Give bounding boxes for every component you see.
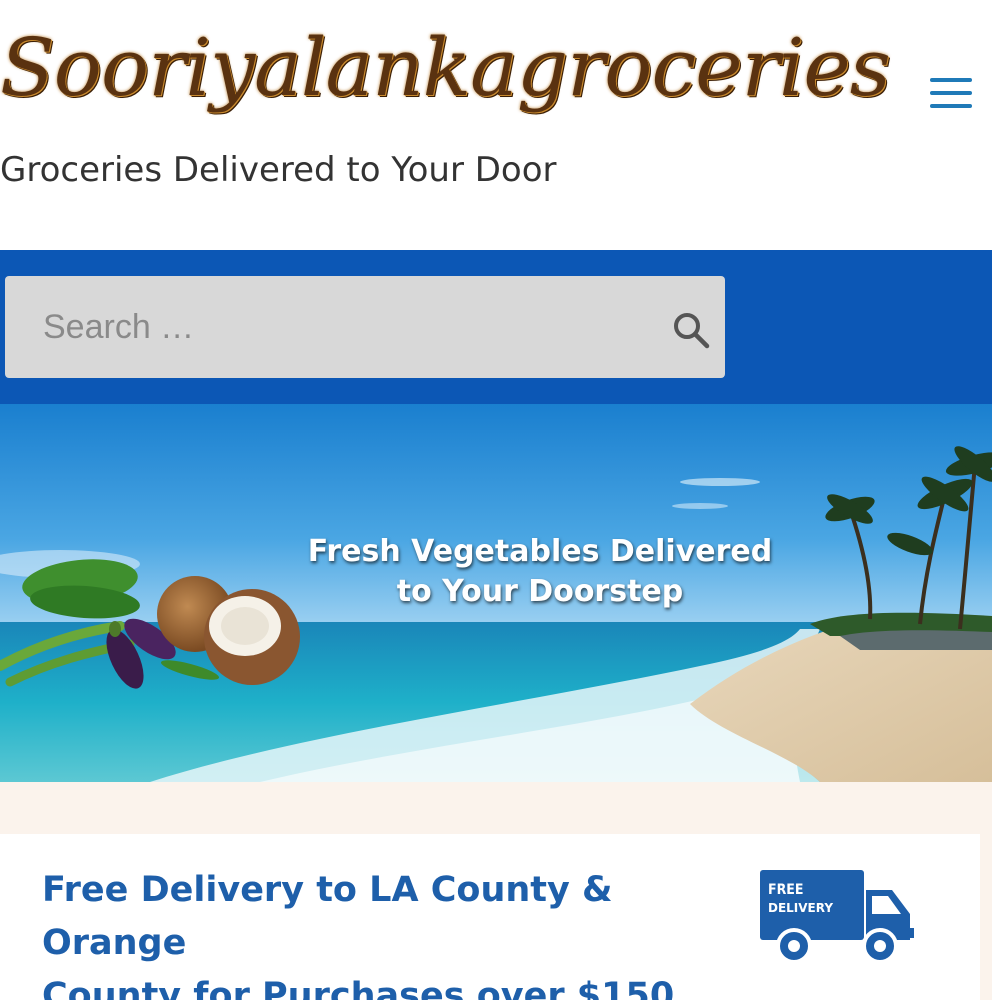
search-icon[interactable]	[669, 308, 713, 352]
hero-banner[interactable]: Fresh Vegetables Delivered to Your Doors…	[0, 404, 992, 782]
menu-bar	[930, 78, 972, 82]
hamburger-menu-icon[interactable]	[930, 76, 974, 110]
site-tagline: Groceries Delivered to Your Door	[0, 150, 557, 190]
delivery-truck-icon: FREE DELIVERY	[760, 870, 914, 964]
hero-headline-line-2: to Your Doorstep	[396, 574, 684, 609]
search-input[interactable]	[5, 276, 645, 378]
hero-headline: Fresh Vegetables Delivered to Your Doors…	[290, 532, 790, 612]
hero-headline-line-1: Fresh Vegetables Delivered	[307, 534, 773, 569]
search-band	[0, 250, 992, 404]
promo-section: Free Delivery to LA County & Orange Coun…	[0, 782, 992, 1000]
free-delivery-line-1: Free Delivery to LA County & Orange	[42, 870, 613, 963]
free-delivery-banner[interactable]: Free Delivery to LA County & Orange Coun…	[0, 834, 980, 1000]
free-delivery-text: Free Delivery to LA County & Orange Coun…	[42, 864, 762, 1000]
search-form	[5, 276, 725, 378]
menu-bar	[930, 91, 972, 95]
site-logo[interactable]: Sooriyalankagroceries	[0, 8, 891, 128]
menu-bar	[930, 104, 972, 108]
site-header: Sooriyalankagroceries Groceries Delivere…	[0, 0, 992, 250]
truck-label-delivery: DELIVERY	[768, 901, 833, 915]
truck-label-free: FREE	[768, 882, 804, 898]
free-delivery-line-2: County for Purchases over $150	[42, 976, 675, 1000]
